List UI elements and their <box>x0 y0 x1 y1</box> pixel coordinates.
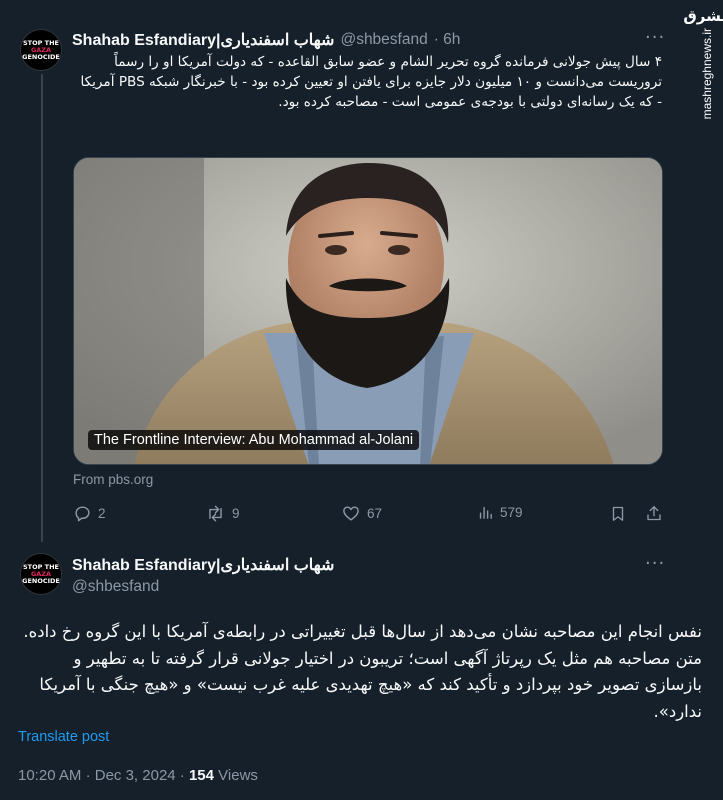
views-label: Views <box>218 767 258 784</box>
tweet1-actions: 2 9 67 579 <box>73 504 663 528</box>
repost-button[interactable]: 9 <box>205 504 240 523</box>
thread-line <box>41 74 43 542</box>
media-caption: The Frontline Interview: Abu Mohammad al… <box>88 430 420 450</box>
watermark-logo: مشرق <box>683 7 723 25</box>
like-count: 67 <box>367 506 383 521</box>
post-date[interactable]: Dec 3, 2024 <box>95 767 176 784</box>
portrait-image <box>74 158 662 464</box>
watermark-url: mashreghnews.ir <box>700 28 714 120</box>
author-name[interactable]: Shahab Esfandiary|شهاب اسفندیاری <box>72 30 334 50</box>
tweet2-header-handle: @shbesfand <box>72 578 159 596</box>
link-card-image[interactable]: The Frontline Interview: Abu Mohammad al… <box>73 157 663 465</box>
share-icon <box>647 506 661 521</box>
tweet1-header: Shahab Esfandiary|شهاب اسفندیاری @shbesf… <box>72 30 460 50</box>
reply-count: 2 <box>98 506 106 521</box>
views-count: 579 <box>500 505 523 520</box>
translate-post-link[interactable]: Translate post <box>18 729 109 745</box>
link-source[interactable]: From pbs.org <box>73 472 153 487</box>
more-options-icon[interactable]: ··· <box>645 553 665 574</box>
avatar[interactable]: STOP THE GAZA GENOCIDE <box>20 553 62 595</box>
tweet2-header-name: Shahab Esfandiary|شهاب اسفندیاری <box>72 555 334 575</box>
tweet2-text: نفس انجام این مصاحبه نشان می‌دهد از سال‌… <box>23 622 702 721</box>
like-button[interactable]: 67 <box>341 504 382 523</box>
tweet1-text: ۴ سال پیش جولانی فرمانده گروه تحریر الشا… <box>80 54 663 110</box>
post-meta: 10:20 AM · Dec 3, 2024 · 154 Views <box>18 767 258 784</box>
separator: · <box>85 767 95 784</box>
author-handle[interactable]: @shbesfand <box>340 31 427 49</box>
avatar[interactable]: STOP THE GAZA GENOCIDE <box>20 29 62 71</box>
more-options-icon[interactable]: ··· <box>645 27 665 48</box>
view-count: 154 <box>188 767 214 784</box>
reply-button[interactable]: 2 <box>73 504 106 523</box>
author-name[interactable]: Shahab Esfandiary|شهاب اسفندیاری <box>72 555 334 575</box>
heart-icon <box>343 506 359 521</box>
views-button[interactable]: 579 <box>477 504 523 521</box>
repost-icon <box>209 505 222 522</box>
repost-count: 9 <box>232 506 240 521</box>
separator: · <box>179 767 189 784</box>
bookmark-button[interactable] <box>609 504 627 523</box>
avatar-text-3: GENOCIDE <box>22 52 60 61</box>
reply-icon <box>75 506 90 522</box>
views-icon <box>479 506 492 519</box>
avatar-text-3: GENOCIDE <box>22 576 60 585</box>
share-button[interactable] <box>645 504 663 523</box>
mashregh-watermark: مشرق mashreghnews.ir <box>683 8 723 128</box>
bookmark-icon <box>612 506 624 521</box>
post-time[interactable]: 10:20 AM <box>18 767 81 784</box>
post-time[interactable]: · 6h <box>434 31 461 49</box>
author-handle[interactable]: @shbesfand <box>72 578 159 596</box>
